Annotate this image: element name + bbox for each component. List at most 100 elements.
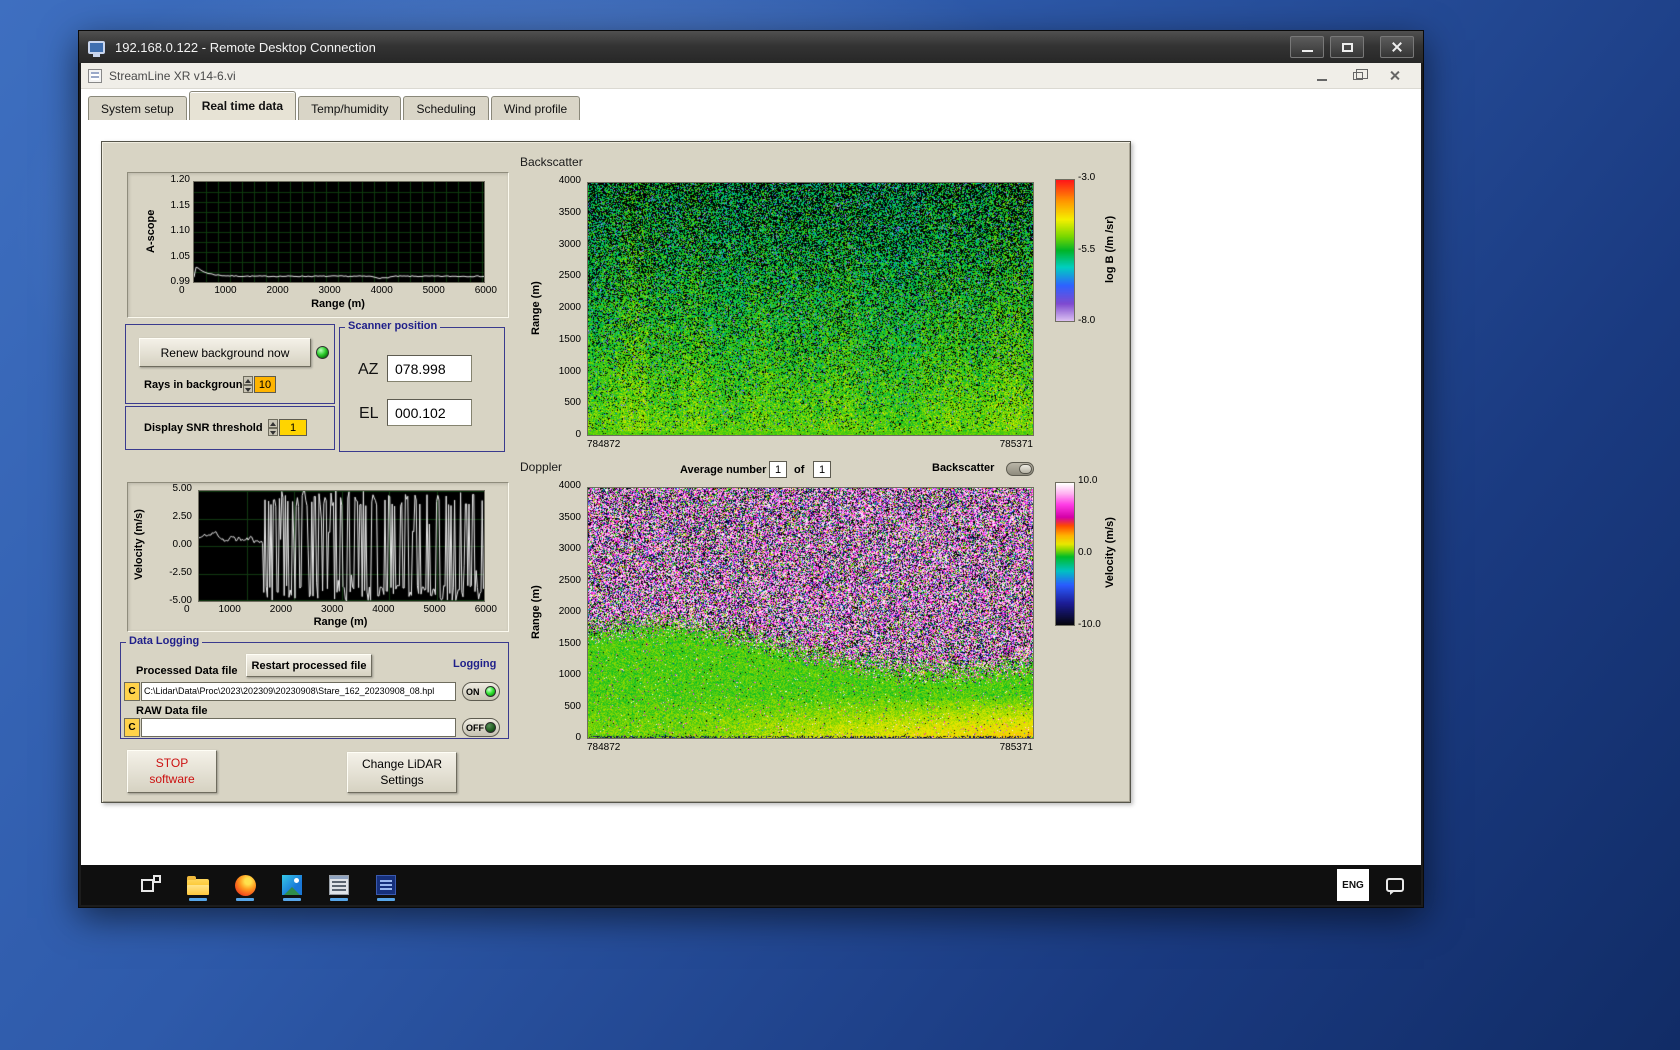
- doppler-colorbar-tick: 10.0: [1078, 475, 1098, 486]
- backscatter-x-start: 784872: [587, 439, 621, 450]
- snr-spinner[interactable]: [268, 419, 278, 436]
- backscatter-y-tick: 2500: [558, 270, 581, 282]
- backscatter-y-tick: 1000: [558, 365, 581, 377]
- firefox-button[interactable]: [229, 869, 261, 901]
- rdp-titlebar[interactable]: 192.168.0.122 - Remote Desktop Connectio…: [79, 31, 1423, 63]
- rdp-maximize-button[interactable]: [1330, 36, 1364, 58]
- file-explorer-button[interactable]: [182, 869, 214, 901]
- restart-processed-file-button[interactable]: Restart processed file: [246, 654, 372, 677]
- app-restore-button[interactable]: [1353, 68, 1368, 80]
- rdp-minimize-button[interactable]: [1290, 36, 1324, 58]
- velocity-x-tick: 2000: [269, 604, 293, 615]
- backscatter-y-tick: 3500: [558, 206, 581, 218]
- desktop: 192.168.0.122 - Remote Desktop Connectio…: [0, 0, 1680, 1050]
- doppler-colorbar: [1055, 482, 1075, 626]
- doppler-y-tick: 1000: [558, 669, 581, 680]
- change-lidar-settings-button[interactable]: Change LiDAR Settings: [347, 752, 457, 793]
- ascope-xlabel: Range (m): [311, 298, 365, 310]
- taskbar-tray: ENG: [1337, 869, 1407, 901]
- raw-logging-toggle[interactable]: OFF: [462, 718, 500, 737]
- app-titlebar[interactable]: StreamLine XR v14-6.vi: [81, 63, 1421, 89]
- notification-button[interactable]: [1383, 869, 1407, 901]
- stop-button-line1: STOP: [155, 755, 189, 770]
- minimize-icon: [1301, 49, 1313, 52]
- stop-software-button[interactable]: STOP software: [127, 750, 217, 793]
- rays-in-background-label: Rays in background: [144, 379, 250, 391]
- doppler-y-tick: 2500: [558, 574, 581, 586]
- ascope-y-tick: 1.15: [170, 199, 190, 211]
- doppler-x-end: 785371: [999, 742, 1033, 753]
- data-logging-group: Data Logging Processed Data file Restart…: [120, 635, 509, 739]
- notes-app-icon: [376, 875, 396, 895]
- processed-path-field[interactable]: C:\Lidar\Data\Proc\2023\202309\20230908\…: [141, 682, 456, 701]
- scanner-position-title: Scanner position: [345, 320, 441, 332]
- processed-logging-toggle[interactable]: ON: [462, 682, 500, 701]
- doppler-y-tick: 0: [575, 732, 581, 743]
- velocity-plot: [198, 490, 485, 602]
- app-minimize-button[interactable]: [1317, 78, 1327, 81]
- language-indicator[interactable]: ENG: [1337, 869, 1369, 901]
- el-value[interactable]: 000.102: [387, 399, 472, 426]
- app-window-controls: [1317, 63, 1400, 88]
- velocity-x-tick: 5000: [423, 604, 446, 615]
- logging-label: Logging: [453, 658, 497, 670]
- ascope-x-tick: 5000: [422, 285, 445, 296]
- close-icon: [1391, 41, 1403, 53]
- az-value[interactable]: 078.998: [387, 355, 472, 382]
- backscatter-colorbar-tick: -8.0: [1078, 315, 1096, 326]
- doppler-y-tick: 500: [564, 700, 581, 712]
- labview-vi-icon: [88, 68, 102, 83]
- doppler-colorbar-label: Velocity (m/s): [1104, 517, 1116, 589]
- velocity-x-tick: 6000: [474, 604, 497, 615]
- tab-real-time-data[interactable]: Real time data: [188, 91, 297, 120]
- ascope-y-tick: 1.10: [170, 225, 190, 236]
- snr-value[interactable]: 1: [279, 419, 307, 436]
- renew-background-button[interactable]: Renew background now: [139, 338, 311, 367]
- backscatter-colorbar-label: log B (/m /sr): [1104, 215, 1116, 284]
- app-title: StreamLine XR v14-6.vi: [109, 68, 236, 83]
- raw-data-file-label: RAW Data file: [136, 705, 208, 717]
- velocity-graph-panel: Velocity (m/s) 5.00 2.50 0.00 -2.50 -5.00 01…: [127, 482, 509, 632]
- rdp-window: 192.168.0.122 - Remote Desktop Connectio…: [78, 30, 1424, 908]
- velocity-x-axis: 0 1000 2000 3000 4000 5000 6000: [184, 604, 497, 615]
- backscatter-heatmap: [587, 182, 1034, 436]
- ascope-x-tick: 2000: [266, 285, 289, 296]
- average-count-value[interactable]: 1: [813, 461, 831, 478]
- backscatter-title: Backscatter: [520, 155, 583, 169]
- rays-value[interactable]: 10: [254, 376, 276, 393]
- background-group: Renew background now Rays in background …: [125, 324, 335, 404]
- backscatter-colorbar-axis: -3.0 -5.5 -8.0: [1078, 173, 1095, 326]
- photos-app-icon: [282, 875, 302, 895]
- tab-temp-humidity[interactable]: Temp/humidity: [298, 96, 402, 120]
- task-view-button[interactable]: [135, 869, 167, 901]
- velocity-xlabel: Range (m): [313, 616, 368, 628]
- rays-spinner[interactable]: [243, 376, 253, 393]
- photos-app-button[interactable]: [276, 869, 308, 901]
- raw-path-field[interactable]: [141, 718, 456, 737]
- processed-drive-selector[interactable]: C: [124, 682, 140, 701]
- app-close-button[interactable]: [1389, 70, 1400, 81]
- remote-desktop-icon: [88, 40, 105, 57]
- of-label: of: [794, 464, 805, 476]
- raw-drive-selector[interactable]: C: [124, 718, 140, 737]
- doppler-title: Doppler: [520, 460, 563, 474]
- velocity-y-tick: 0.00: [172, 539, 192, 550]
- az-label: AZ: [358, 361, 379, 378]
- scan-scheduler-button[interactable]: [323, 869, 355, 901]
- remote-desktop-screen: StreamLine XR v14-6.vi System setup Real …: [81, 63, 1421, 905]
- average-number-label: Average number: [680, 464, 767, 476]
- average-number-value[interactable]: 1: [769, 461, 787, 478]
- data-logging-title: Data Logging: [126, 635, 203, 647]
- rdp-close-button[interactable]: [1380, 36, 1414, 58]
- backscatter-toggle[interactable]: [1006, 462, 1034, 476]
- tab-system-setup[interactable]: System setup: [88, 96, 187, 120]
- notes-app-button[interactable]: [370, 869, 402, 901]
- velocity-ylabel: Velocity (m/s): [133, 509, 145, 581]
- tab-wind-profile[interactable]: Wind profile: [490, 96, 581, 120]
- vi-front-panel-background: A-scope 1.20 1.15 1.10 1.05 0.99 0 1000 2000 30…: [81, 120, 1421, 865]
- task-view-icon: [141, 875, 161, 895]
- tab-scheduling[interactable]: Scheduling: [403, 96, 489, 120]
- tab-bar: System setup Real time data Temp/humidity S…: [88, 90, 582, 120]
- velocity-x-tick: 4000: [372, 604, 395, 615]
- doppler-colorbar-tick: 0.0: [1078, 547, 1092, 558]
